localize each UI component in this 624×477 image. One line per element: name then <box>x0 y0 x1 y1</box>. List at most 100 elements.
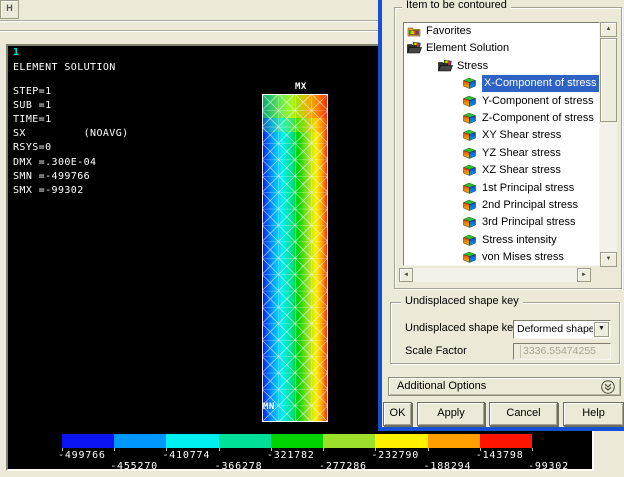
tree-item-xy-shear-stress[interactable]: XY Shear stress <box>404 127 599 144</box>
legend-segment <box>428 434 481 448</box>
scroll-left-button[interactable]: ◄ <box>399 268 413 282</box>
legend-value: -499766 <box>58 450 106 461</box>
cancel-button[interactable]: Cancel <box>489 402 558 426</box>
tree-item-1st-principal-stress[interactable]: 1st Principal stress <box>404 180 599 197</box>
help-button[interactable]: Help <box>563 402 624 426</box>
legend-segment <box>480 434 533 448</box>
tree-item-label: von Mises stress <box>482 249 564 265</box>
tree-item-favorites[interactable]: Favorites <box>404 23 599 40</box>
ok-button[interactable]: OK <box>383 402 412 426</box>
toolbar-divider <box>0 20 378 22</box>
cube-icon <box>463 112 476 127</box>
annotation-line: STEP=1 <box>13 86 52 97</box>
scroll-down-button[interactable]: ▼ <box>600 252 617 267</box>
tree-vertical-scrollbar[interactable]: ▲ ▼ <box>600 22 617 267</box>
annotation-line: SX (NOAVG) <box>13 128 129 139</box>
legend-value: -366278 <box>215 461 263 472</box>
tree-item-label: Z-Component of stress <box>482 110 594 127</box>
tree-item-3rd-principal-stress[interactable]: 3rd Principal stress <box>404 214 599 231</box>
legend-value: -143798 <box>476 450 524 461</box>
legend-value: -410774 <box>162 450 210 461</box>
annotation-line: TIME=1 <box>13 114 52 125</box>
folder-open-icon <box>438 60 453 75</box>
toolbar-button-partial[interactable]: H <box>0 0 19 19</box>
tree-item-element-solution[interactable]: Element Solution <box>404 40 599 57</box>
cube-icon <box>463 234 476 249</box>
legend-tick <box>114 448 115 451</box>
tree-item-stress-intensity[interactable]: Stress intensity <box>404 232 599 249</box>
annotation-line: SUB =1 <box>13 100 52 111</box>
app-window: H 1 ELEMENT SOLUTION STEP=1 SUB =1 TIME=1 SX… <box>0 0 624 477</box>
tree-item-label: X-Component of stress <box>482 75 599 92</box>
tree-item-y-component-of-stress[interactable]: Y-Component of stress <box>404 93 599 110</box>
contour-item-listbox[interactable]: FavoritesElement SolutionStressX-Compone… <box>403 22 600 266</box>
annotation-line: SMX =-99302 <box>13 185 84 196</box>
max-marker-label: MX <box>295 82 307 92</box>
folder-closed-icon <box>407 25 421 40</box>
scroll-right-button[interactable]: ► <box>577 268 591 282</box>
legend-segment <box>219 434 272 448</box>
cube-icon <box>463 216 476 231</box>
tree-item-label: XZ Shear stress <box>482 162 561 179</box>
legend-value: -232790 <box>371 450 419 461</box>
tree-item-label: XY Shear stress <box>482 127 561 144</box>
annotation-line: DMX =.300E-04 <box>13 157 96 168</box>
tree-item-label: YZ Shear stress <box>482 145 561 162</box>
annotation-line: ELEMENT SOLUTION <box>13 62 116 73</box>
legend-segment <box>375 434 428 448</box>
legend-value: -99302 <box>528 461 569 472</box>
legend-segment <box>62 434 115 448</box>
tree-item-xz-shear-stress[interactable]: XZ Shear stress <box>404 162 599 179</box>
legend-segment <box>114 434 167 448</box>
legend-value: -321782 <box>267 450 315 461</box>
scroll-up-button[interactable]: ▲ <box>600 22 617 37</box>
legend-segment <box>166 434 219 448</box>
tree-item-label: 1st Principal stress <box>482 180 574 197</box>
scale-factor-label: Scale Factor <box>405 345 467 357</box>
undisplaced-shape-key-label: Undisplaced shape key <box>405 322 519 334</box>
annotation-line: SMN =-499766 <box>13 171 90 182</box>
field-divider <box>520 345 521 358</box>
tree-horizontal-scrollbar[interactable]: ◄ ► <box>399 268 591 282</box>
cube-icon <box>463 77 476 92</box>
legend-value: -277286 <box>319 461 367 472</box>
contour-model[interactable] <box>262 94 328 422</box>
expand-chevron-icon[interactable] <box>600 379 616 395</box>
undisplaced-shape-key-combobox[interactable]: Deformed shape or ▼ <box>513 320 611 339</box>
scroll-thumb[interactable] <box>600 38 617 122</box>
tree-item-yz-shear-stress[interactable]: YZ Shear stress <box>404 145 599 162</box>
tree-item-label: Stress intensity <box>482 232 557 249</box>
legend-tick <box>532 448 533 451</box>
cube-icon <box>463 251 476 265</box>
apply-button[interactable]: Apply <box>417 402 485 426</box>
contour-plot-dialog: Item to be contoured FavoritesElement So… <box>378 0 624 431</box>
additional-options-label: Additional Options <box>397 380 486 392</box>
undisplaced-shape-key-title: Undisplaced shape key <box>401 296 523 307</box>
tree-item-x-component-of-stress[interactable]: X-Component of stress <box>404 75 599 92</box>
tree-item-2nd-principal-stress[interactable]: 2nd Principal stress <box>404 197 599 214</box>
cube-icon <box>463 199 476 214</box>
cube-icon <box>463 147 476 162</box>
legend-value: -455270 <box>110 461 158 472</box>
legend-tick <box>219 448 220 451</box>
legend-tick <box>323 448 324 451</box>
additional-options-expander[interactable]: Additional Options <box>388 377 621 396</box>
tree-item-label: Element Solution <box>426 40 509 57</box>
legend-tick <box>428 448 429 451</box>
legend-value: -188294 <box>424 461 472 472</box>
cube-icon <box>463 129 476 144</box>
combobox-dropdown-icon[interactable]: ▼ <box>594 322 609 337</box>
legend-segment <box>271 434 324 448</box>
tree-item-von-mises-stress[interactable]: von Mises stress <box>404 249 599 265</box>
cube-icon <box>463 95 476 110</box>
tree-item-z-component-of-stress[interactable]: Z-Component of stress <box>404 110 599 127</box>
scale-factor-value: 3336.55474255 <box>523 345 596 357</box>
tree-item-label: Favorites <box>426 23 471 40</box>
plot-number: 1 <box>13 47 19 58</box>
tree-item-stress[interactable]: Stress <box>404 58 599 75</box>
legend-segment <box>323 434 376 448</box>
annotation-line: RSYS=0 <box>13 142 52 153</box>
min-marker-label: MN <box>263 402 275 412</box>
tree-item-label: 3rd Principal stress <box>482 214 576 231</box>
cube-icon <box>463 164 476 179</box>
